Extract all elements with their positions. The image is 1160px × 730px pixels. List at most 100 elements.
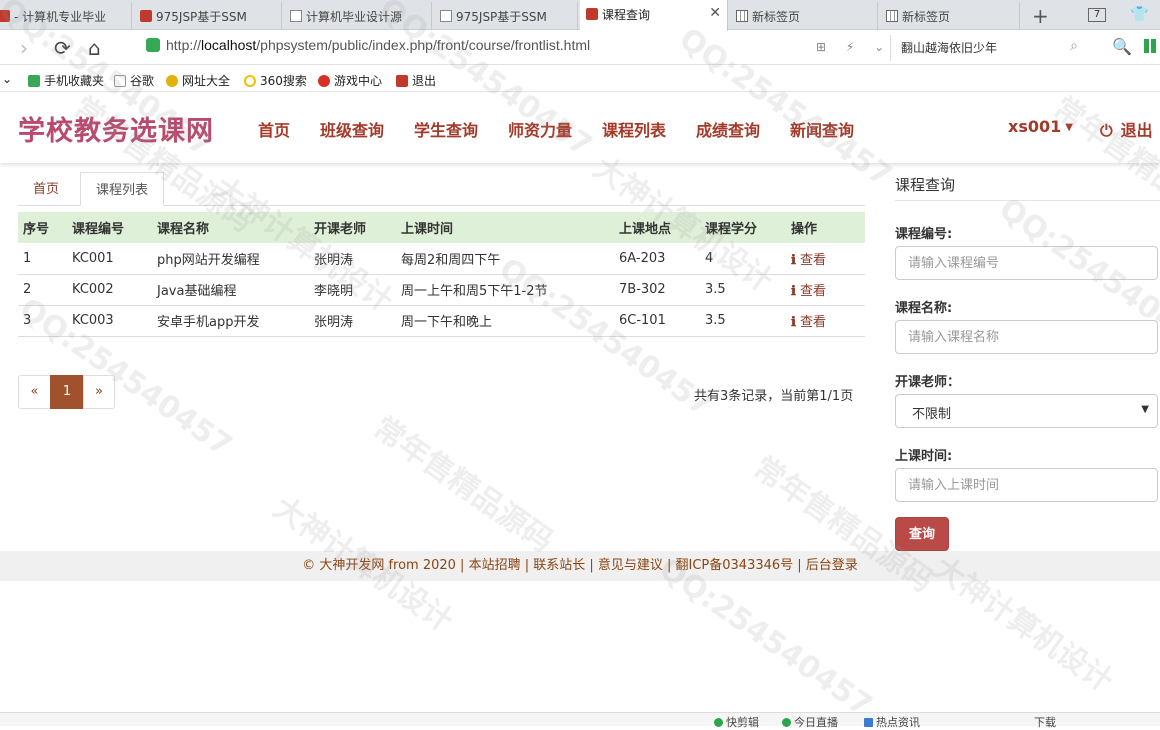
bookmark-label: 谷歌 [130, 74, 155, 88]
cell: 1 [18, 243, 67, 275]
view-link[interactable]: ℹ 查看 [791, 253, 826, 268]
cell: 7B-302 [614, 274, 700, 306]
new-tab-plus-icon[interactable]: + [1032, 4, 1049, 28]
url-field[interactable]: http://localhost/phpsystem/public/index.… [146, 37, 796, 59]
nav-grade-query[interactable]: 成绩查询 [696, 117, 760, 141]
grid-icon [886, 10, 898, 22]
status-item[interactable]: 下载 [1034, 714, 1056, 730]
view-label: 查看 [799, 252, 826, 268]
browser-tab[interactable]: 计算机毕业设计源 [284, 2, 432, 30]
skin-icon[interactable]: 👕 [1130, 5, 1149, 23]
caret-down-icon: ▼ [1065, 122, 1073, 133]
tab-home[interactable]: 首页 [18, 172, 74, 206]
status-item[interactable]: 快剪辑 [714, 714, 759, 730]
tab-favicon-icon [140, 10, 152, 22]
tab-count-badge[interactable]: 7 [1088, 8, 1106, 22]
bookmark-item[interactable]: 游戏中心 [318, 72, 382, 89]
bookmark-label: 网址大全 [182, 74, 231, 88]
content-tabs: 首页 课程列表 [18, 164, 865, 206]
view-action-cell: ℹ 查看 [786, 305, 865, 337]
course-name-input[interactable] [895, 320, 1158, 354]
secure-shield-icon [146, 38, 160, 52]
search-icon[interactable]: ⌕ [1070, 38, 1078, 54]
cell: 6C-101 [614, 305, 700, 337]
logout-link[interactable]: ⏻ 退出 [1100, 117, 1153, 141]
table-row: 2 KC002 Java基础编程 李晓明 周一上午和周5下午1-2节 7B-30… [18, 274, 865, 306]
browser-tab[interactable]: 新标签页 [730, 2, 878, 30]
status-label: 下载 [1034, 716, 1056, 729]
bookmark-item[interactable]: 360搜索 [244, 72, 307, 89]
table-row: 1 KC001 php网站开发编程 张明涛 每周2和周四下午 6A-203 4 … [18, 243, 865, 275]
bookmark-item[interactable]: 网址大全 [166, 72, 230, 89]
apps-grid-icon[interactable] [1144, 39, 1158, 53]
browser-tab[interactable]: 新标签页 [880, 2, 1020, 30]
cell: php网站开发编程 [152, 243, 309, 275]
bookmark-item[interactable]: 谷歌 [114, 72, 154, 89]
browser-tab-title: - 计算机专业毕业 [14, 10, 107, 24]
bookmark-label: 退出 [412, 74, 437, 88]
class-time-label: 上课时间: [895, 449, 953, 464]
forward-arrow-icon[interactable]: › [20, 36, 28, 60]
reload-icon[interactable]: ⟳ [54, 36, 71, 60]
query-button[interactable]: 查询 [895, 517, 949, 551]
site-footer[interactable]: © 大神开发网 from 2020 | 本站招聘 | 联系站长 | 意见与建议 … [0, 551, 1160, 581]
nav-course-list[interactable]: 课程列表 [602, 117, 666, 141]
teacher-select[interactable]: 不限制 ▼ [895, 394, 1158, 428]
nav-home[interactable]: 首页 [258, 117, 290, 141]
url-host: localhost [201, 37, 257, 53]
next-page-button[interactable]: » [83, 375, 115, 409]
prev-page-button[interactable]: « [18, 375, 51, 409]
browser-tab-title: 计算机毕业设计源 [306, 10, 403, 24]
tab-favicon-icon [0, 10, 10, 22]
site-brand[interactable]: 学校教务选课网 [18, 109, 214, 148]
browser-status-bar: 快剪辑 今日直播 热点资讯 下载 [0, 712, 1160, 729]
browser-tab-title: 975JSP基于SSM [156, 10, 247, 24]
column-header: 课程学分 [700, 212, 786, 243]
column-header: 序号 [18, 212, 67, 243]
exit-bookmark-icon [396, 75, 408, 87]
view-link[interactable]: ℹ 查看 [791, 315, 826, 330]
bookmark-item[interactable]: 退出 [396, 72, 436, 89]
record-summary: 共有3条记录，当前第1/1页 [694, 389, 854, 404]
search-engine-icon[interactable]: 🔍 [1112, 37, 1132, 56]
nav-student-query[interactable]: 学生查询 [414, 117, 478, 141]
browser-tab-strip: - 计算机专业毕业 975JSP基于SSM 计算机毕业设计源 975JSP基于S… [0, 0, 1160, 31]
address-bar: › ⟳ ⌂ http://localhost/phpsystem/public/… [0, 31, 1160, 65]
browser-tab[interactable]: - 计算机专业毕业 [0, 2, 132, 30]
browser-search-box[interactable]: 翻山越海依旧少年 ⌕ [890, 35, 1090, 61]
status-label: 快剪辑 [726, 716, 759, 729]
status-item[interactable]: 热点资讯 [864, 714, 920, 730]
browser-search-text: 翻山越海依旧少年 [901, 41, 998, 55]
class-time-input[interactable] [895, 468, 1158, 502]
browser-tab[interactable]: 975JSP基于SSM [434, 2, 578, 30]
status-item[interactable]: 今日直播 [782, 714, 838, 730]
course-search-panel: 课程查询 课程编号: 课程名称: 开课老师： 不限制 ▼ 上课时间: 查询 [895, 164, 1160, 551]
browser-tab-active[interactable]: 课程查询 ✕ [580, 0, 728, 31]
course-code-label: 课程编号: [895, 227, 953, 242]
nav-news-query[interactable]: 新闻查询 [790, 117, 854, 141]
url-path: /phpsystem/public/index.php/front/course… [256, 37, 591, 53]
nav-class-query[interactable]: 班级查询 [320, 117, 384, 141]
nav-faculty[interactable]: 师资力量 [508, 117, 572, 141]
browser-tab[interactable]: 975JSP基于SSM [134, 2, 282, 30]
cell: 张明涛 [309, 305, 396, 337]
home-icon[interactable]: ⌂ [88, 36, 101, 60]
phone-icon [28, 75, 40, 87]
close-icon[interactable]: ✕ [709, 5, 721, 21]
view-action-cell: ℹ 查看 [786, 243, 865, 275]
page-1-button[interactable]: 1 [50, 375, 84, 409]
search-360-icon [244, 75, 256, 87]
bookmark-label: 360搜索 [260, 74, 307, 88]
browser-tab-title: 975JSP基于SSM [456, 10, 547, 24]
user-menu[interactable]: xs001 ▼ [1008, 117, 1073, 136]
page-tools-icon[interactable]: ⊞ ⚡ ⌄ [816, 40, 892, 54]
info-icon: ℹ [791, 315, 796, 330]
status-label: 今日直播 [794, 716, 838, 729]
bookmarks-chevron-icon[interactable]: ⌄ [2, 72, 12, 86]
bookmark-item[interactable]: 手机收藏夹 [28, 72, 104, 89]
bookmark-label: 手机收藏夹 [44, 74, 105, 88]
site-header: 学校教务选课网 首页 班级查询 学生查询 师资力量 课程列表 成绩查询 新闻查询… [0, 93, 1160, 163]
view-link[interactable]: ℹ 查看 [791, 284, 826, 299]
tab-course-list[interactable]: 课程列表 [80, 172, 165, 206]
course-code-input[interactable] [895, 246, 1158, 280]
